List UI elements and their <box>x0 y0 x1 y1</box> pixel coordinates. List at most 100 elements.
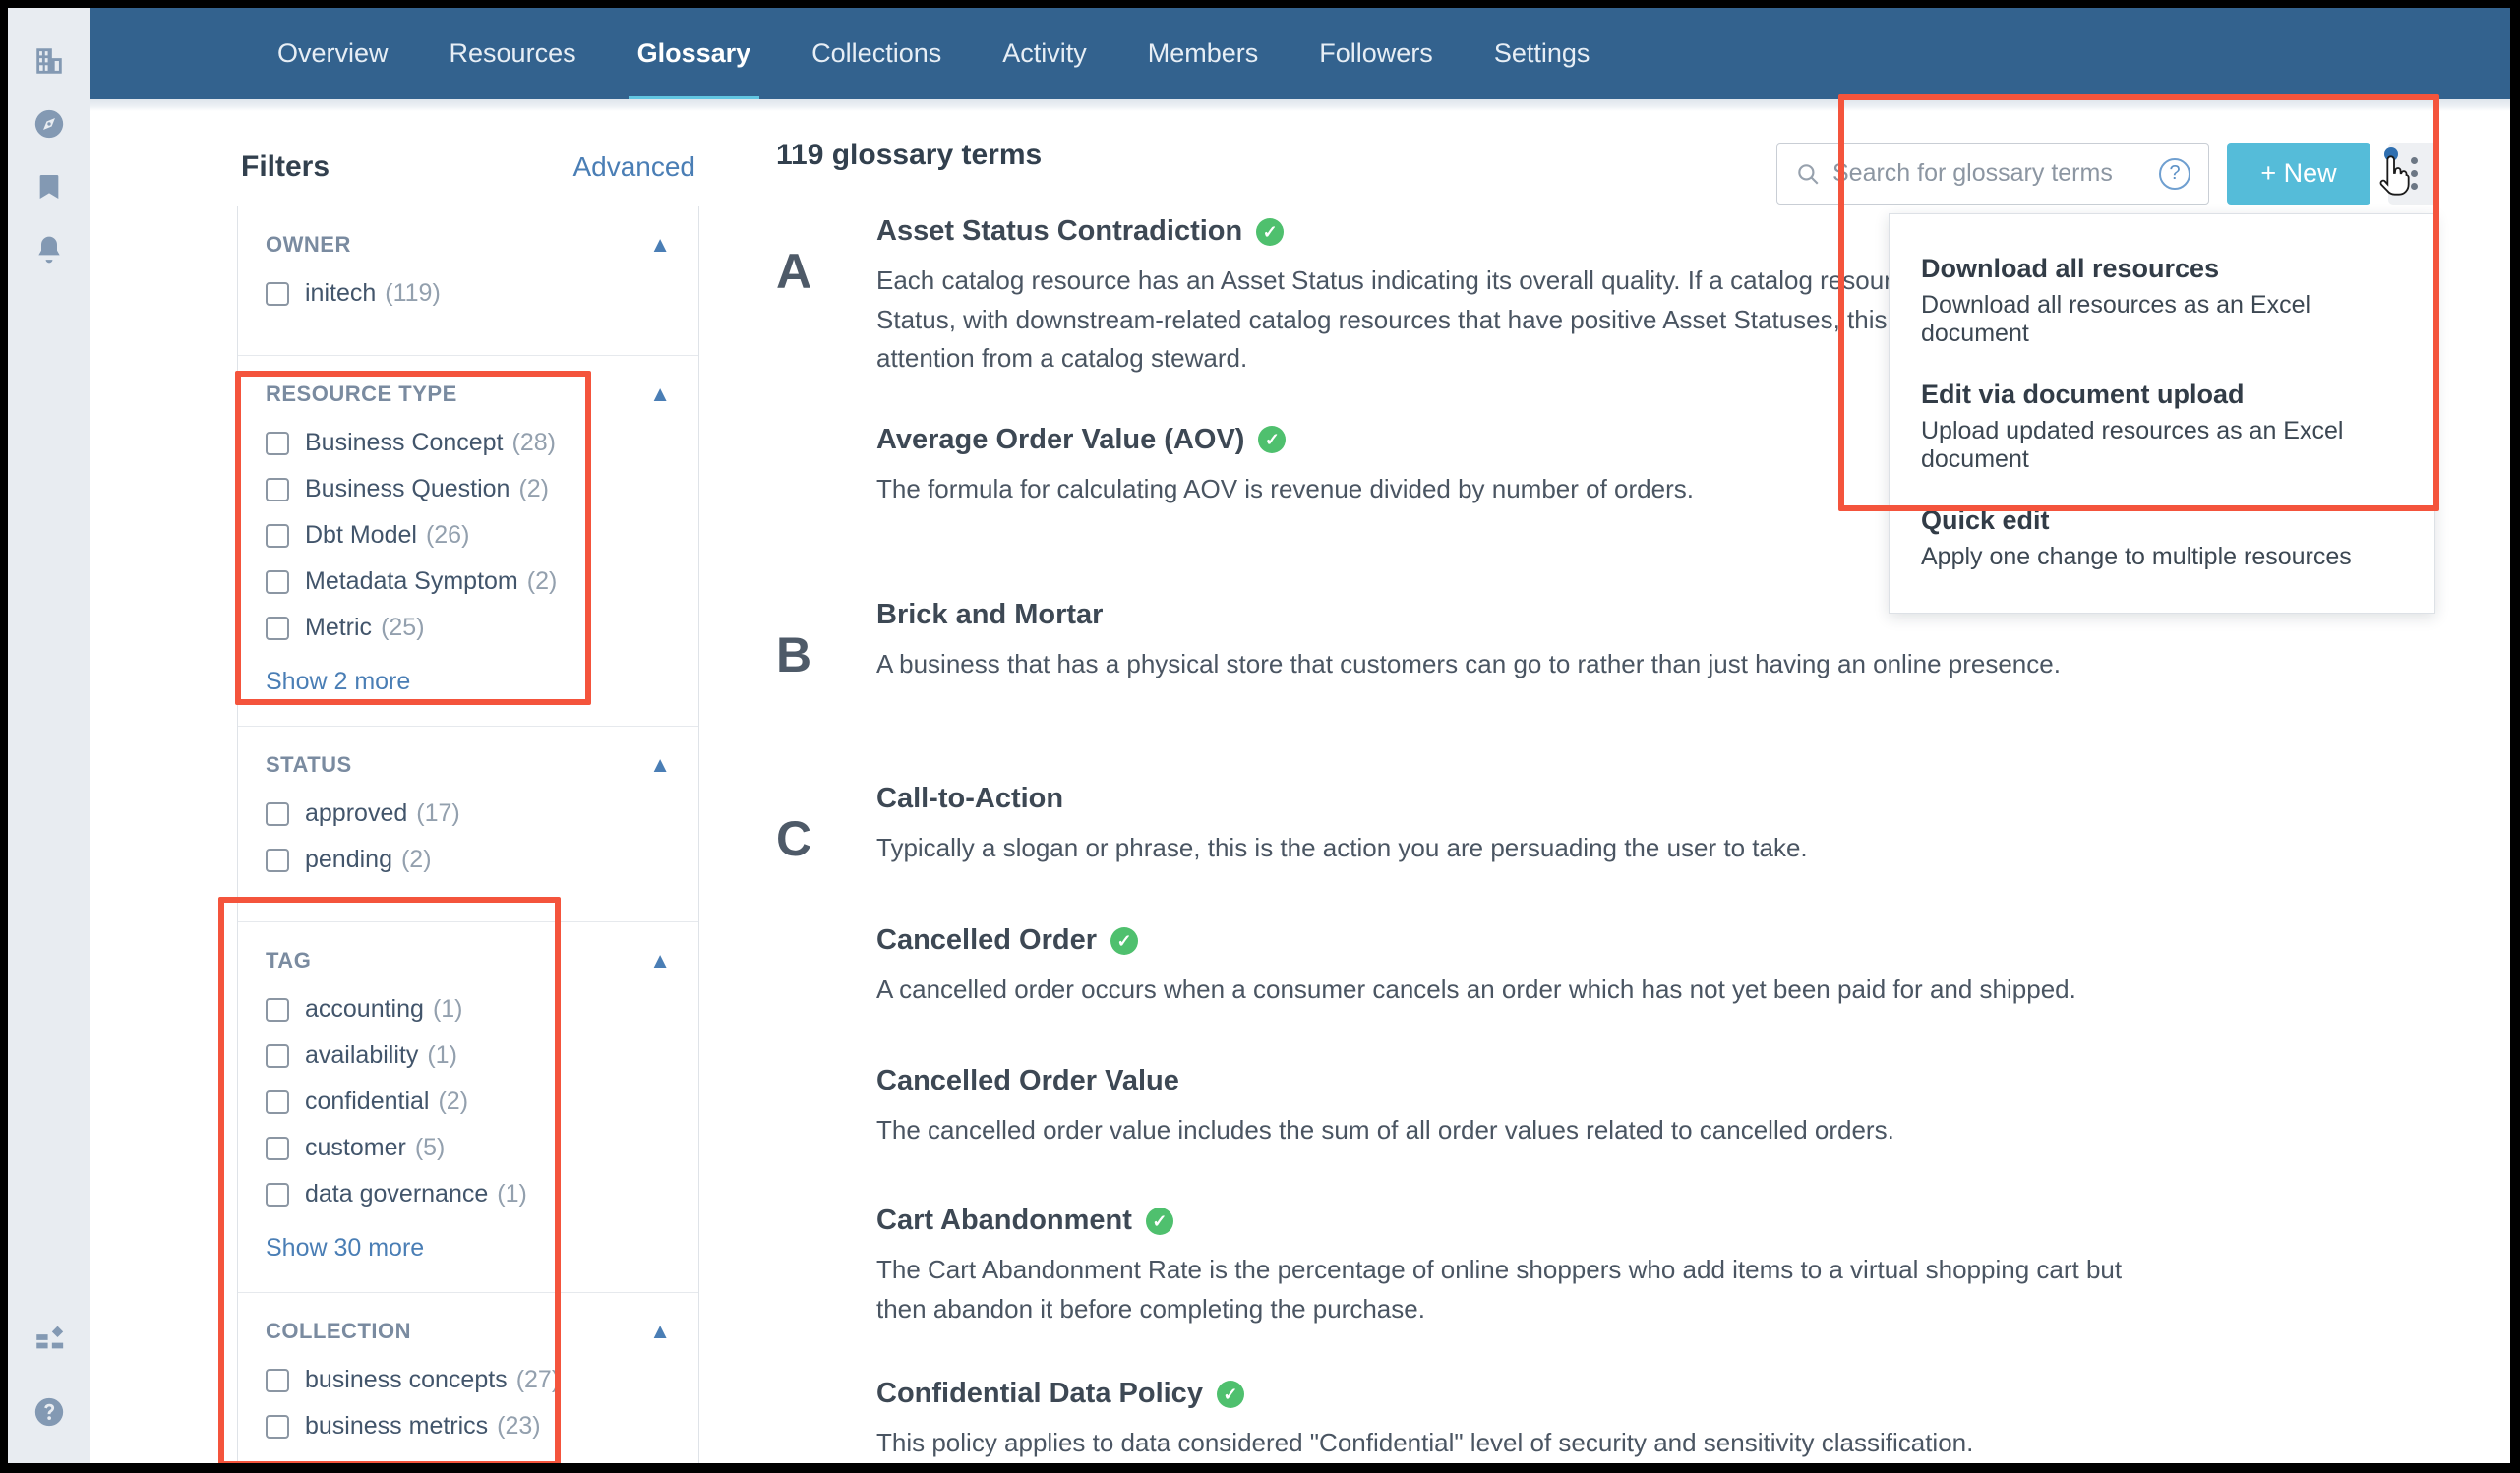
filters-advanced-link[interactable]: Advanced <box>572 151 695 183</box>
filter-group-title: COLLECTION <box>266 1319 411 1343</box>
filter-option-business-concept[interactable]: Business Concept (28) <box>266 429 671 457</box>
nav-item-activity[interactable]: Activity <box>972 8 1117 99</box>
bell-icon[interactable] <box>8 220 90 279</box>
nav-item-overview[interactable]: Overview <box>247 8 419 99</box>
checkbox[interactable] <box>266 997 289 1022</box>
chevron-up-icon[interactable]: ▲ <box>649 234 671 256</box>
menu-item-download-all-resources[interactable]: Download all resources Download all reso… <box>1890 240 2434 366</box>
menu-item-quick-edit[interactable]: Quick edit Apply one change to multiple … <box>1890 492 2434 589</box>
glossary-term[interactable]: Cancelled Order ✓ A cancelled order occu… <box>876 924 2471 1010</box>
glossary-term[interactable]: Confidential Data Policy ✓ This policy a… <box>876 1378 2471 1463</box>
term-title[interactable]: Cancelled Order Value <box>876 1065 1179 1097</box>
new-button[interactable]: + New <box>2227 143 2370 205</box>
term-title[interactable]: Asset Status Contradiction <box>876 215 1242 248</box>
filter-option-label: Dbt Model <box>305 521 417 549</box>
filters-panel: Filters Advanced OWNER ▲ initech (119) R… <box>237 150 699 1473</box>
frame-edge-bottom <box>0 1463 2520 1473</box>
nav-item-members[interactable]: Members <box>1117 8 1290 99</box>
checkbox[interactable] <box>266 1136 289 1160</box>
chevron-up-icon[interactable]: ▲ <box>649 383 671 405</box>
filter-option-count: (28) <box>511 429 556 456</box>
nav-item-glossary[interactable]: Glossary <box>607 8 782 105</box>
checkbox[interactable] <box>266 848 289 872</box>
menu-item-subtitle: Download all resources as an Excel docum… <box>1921 291 2311 347</box>
search-input[interactable] <box>1832 159 2159 188</box>
glossary-term[interactable]: Cancelled Order Value The cancelled orde… <box>876 1065 2471 1150</box>
filter-group-status: STATUS ▲ approved (17) pending (2) <box>238 727 698 922</box>
filter-option-pending[interactable]: pending (2) <box>266 846 671 874</box>
filter-option-business-concepts[interactable]: business concepts (27) <box>266 1366 671 1394</box>
term-title[interactable]: Call-to-Action <box>876 783 1063 815</box>
filter-group-title: TAG <box>266 948 312 972</box>
filter-option-label: business metrics <box>305 1412 489 1440</box>
glossary-term[interactable]: Cart Abandonment ✓ The Cart Abandonment … <box>876 1205 2471 1328</box>
checkbox[interactable] <box>266 431 289 455</box>
actions-dropdown-menu: Download all resources Download all reso… <box>1889 213 2435 614</box>
menu-item-edit-via-document-upload[interactable]: Edit via document upload Upload updated … <box>1890 366 2434 492</box>
term-title-row: Call-to-Action <box>876 783 2471 815</box>
checkbox[interactable] <box>266 1090 289 1114</box>
filter-option-business-question[interactable]: Business Question (2) <box>266 475 671 503</box>
checkbox[interactable] <box>266 1414 289 1439</box>
show-more-tag[interactable]: Show 30 more <box>266 1234 671 1263</box>
search-icon <box>1795 161 1821 187</box>
chevron-up-icon[interactable]: ▲ <box>649 754 671 776</box>
letter-section-b: B Brick and Mortar A business that has a… <box>758 599 2471 773</box>
term-description: A cancelled order occurs when a consumer… <box>876 974 2076 1005</box>
glossary-term[interactable]: Call-to-Action Typically a slogan or phr… <box>876 783 2471 868</box>
filter-option-business-metrics[interactable]: business metrics (23) <box>266 1412 671 1441</box>
nav-item-settings[interactable]: Settings <box>1464 8 1621 99</box>
checkbox[interactable] <box>266 1043 289 1068</box>
term-description: Typically a slogan or phrase, this is th… <box>876 832 1808 862</box>
bookmark-icon[interactable] <box>8 157 90 216</box>
filter-option-label: initech <box>305 279 377 307</box>
checkbox[interactable] <box>266 1182 289 1207</box>
checkbox[interactable] <box>266 569 289 594</box>
chevron-up-icon[interactable]: ▲ <box>649 950 671 972</box>
checkbox[interactable] <box>266 477 289 501</box>
verified-check-icon: ✓ <box>1258 426 1287 454</box>
checkbox[interactable] <box>266 1368 289 1392</box>
filter-option-metadata-symptom[interactable]: Metadata Symptom (2) <box>266 567 671 596</box>
term-title[interactable]: Average Order Value (AOV) <box>876 424 1244 456</box>
question-mark-icon[interactable]: ? <box>2159 157 2190 190</box>
filter-group-header[interactable]: TAG ▲ <box>266 948 671 973</box>
nav-label: Glossary <box>636 38 751 68</box>
compass-icon[interactable] <box>8 94 90 153</box>
show-more-resource-type[interactable]: Show 2 more <box>266 668 671 696</box>
checkbox[interactable] <box>266 523 289 548</box>
term-title[interactable]: Cart Abandonment <box>876 1205 1132 1237</box>
filter-option-metric[interactable]: Metric (25) <box>266 614 671 642</box>
filter-option-label: data governance <box>305 1180 489 1208</box>
filter-option-accounting[interactable]: accounting (1) <box>266 995 671 1024</box>
term-title[interactable]: Brick and Mortar <box>876 599 1103 631</box>
glossary-toolbar: ? + New <box>1776 143 2439 205</box>
filter-option-data-governance[interactable]: data governance (1) <box>266 1180 671 1208</box>
nav-item-followers[interactable]: Followers <box>1289 8 1464 99</box>
checkbox[interactable] <box>266 801 289 826</box>
chevron-up-icon[interactable]: ▲ <box>649 1321 671 1342</box>
filter-group-header[interactable]: COLLECTION ▲ <box>266 1319 671 1344</box>
nav-item-collections[interactable]: Collections <box>781 8 972 99</box>
filter-option-initech[interactable]: initech (119) <box>266 279 671 308</box>
nav-item-resources[interactable]: Resources <box>419 8 607 99</box>
term-title[interactable]: Confidential Data Policy <box>876 1378 1203 1410</box>
apps-grid-icon[interactable] <box>8 1308 90 1367</box>
filter-option-label: Metric <box>305 614 373 641</box>
section-letter: A <box>776 244 812 299</box>
term-title[interactable]: Cancelled Order <box>876 924 1097 957</box>
filter-option-confidential[interactable]: confidential (2) <box>266 1088 671 1116</box>
filter-option-customer[interactable]: customer (5) <box>266 1134 671 1162</box>
search-box[interactable]: ? <box>1776 143 2209 205</box>
checkbox[interactable] <box>266 616 289 640</box>
filter-option-dbt-model[interactable]: Dbt Model (26) <box>266 521 671 550</box>
filter-group-header[interactable]: RESOURCE TYPE ▲ <box>266 382 671 407</box>
checkbox[interactable] <box>266 281 289 306</box>
help-icon[interactable] <box>8 1383 90 1442</box>
filter-option-availability[interactable]: availability (1) <box>266 1041 671 1070</box>
filter-group-header[interactable]: STATUS ▲ <box>266 752 671 778</box>
filter-option-approved[interactable]: approved (17) <box>266 799 671 828</box>
filter-group-header[interactable]: OWNER ▲ <box>266 232 671 258</box>
filter-option-label: customer <box>305 1134 406 1161</box>
building-icon[interactable] <box>8 31 90 90</box>
